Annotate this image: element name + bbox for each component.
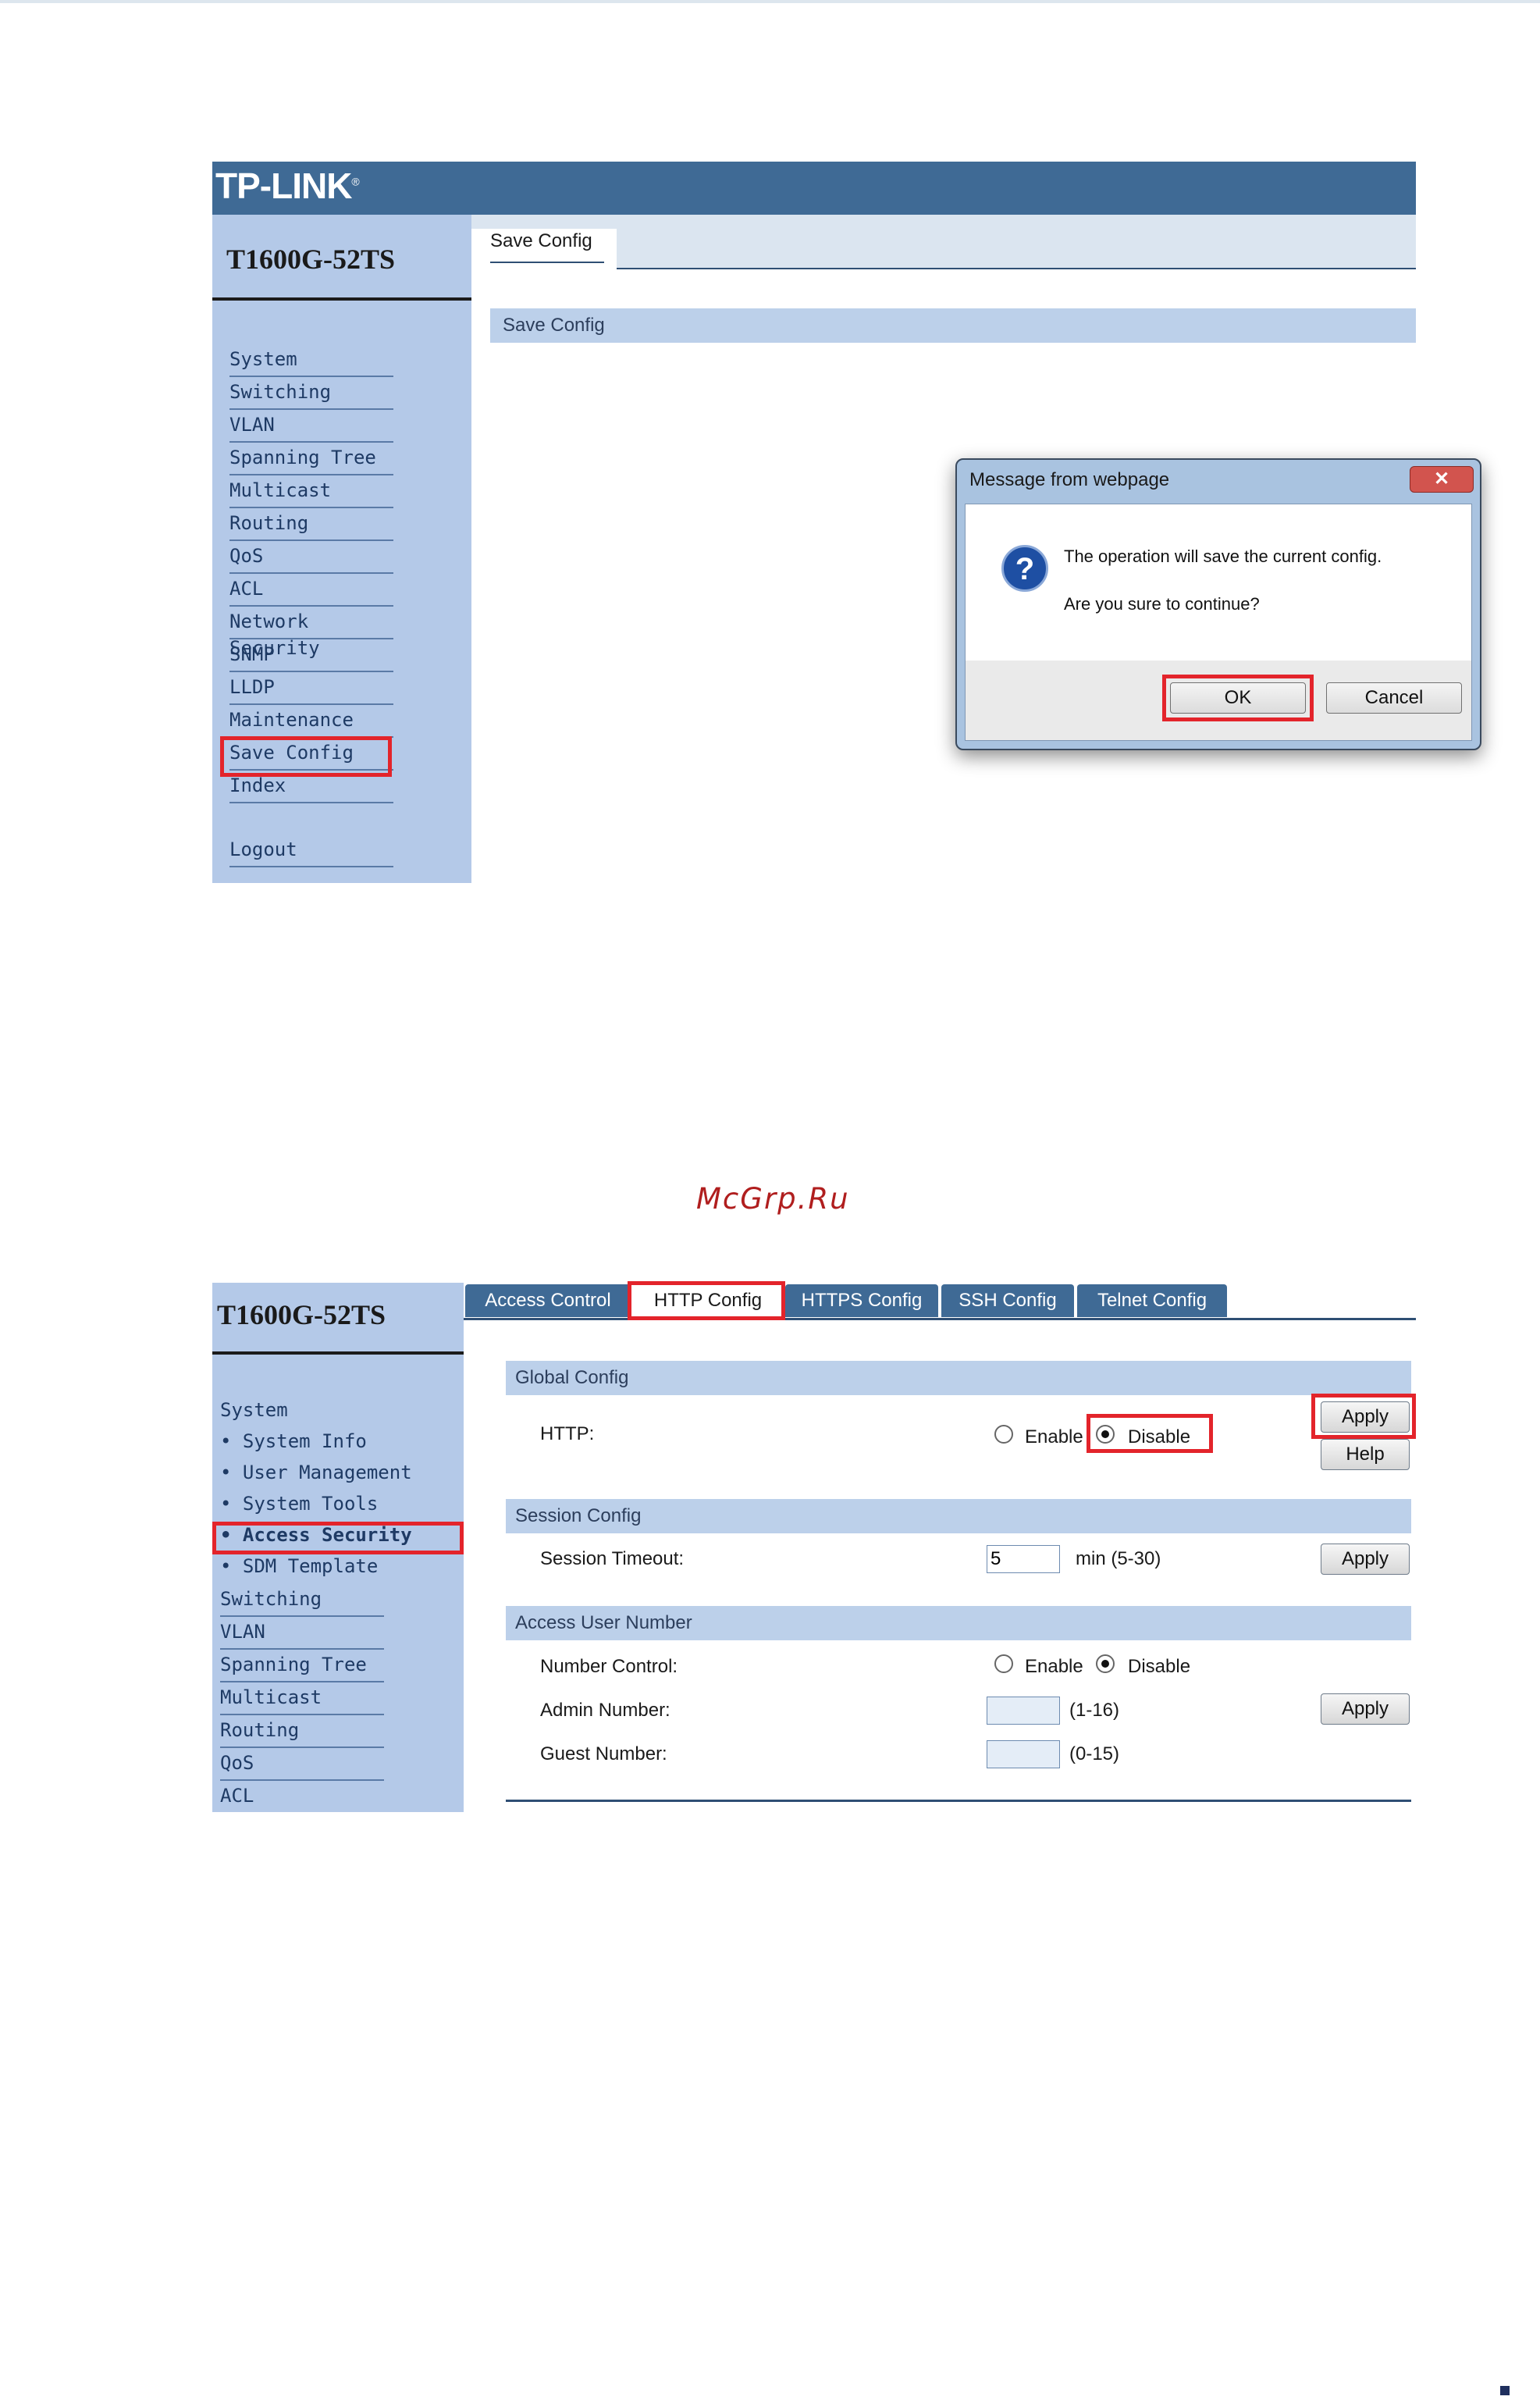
http-enable-radio[interactable] xyxy=(994,1425,1013,1444)
dialog-message: The operation will save the current conf… xyxy=(1064,547,1382,566)
cancel-button[interactable]: Cancel xyxy=(1326,682,1462,714)
tab-underline xyxy=(490,262,604,263)
nav-system[interactable]: System xyxy=(220,1397,288,1428)
watermark: McGrp.Ru xyxy=(696,1182,850,1216)
session-timeout-input[interactable]: 5 xyxy=(987,1545,1060,1573)
nav-vlan[interactable]: VLAN xyxy=(220,1618,384,1650)
admin-number-input[interactable] xyxy=(987,1697,1060,1725)
nav-spanning-tree[interactable]: Spanning Tree xyxy=(229,444,393,475)
guest-number-label: Guest Number: xyxy=(540,1743,667,1764)
dialog-body: ? The operation will save the current co… xyxy=(965,504,1472,741)
tp-link-logo: TP-LINK® xyxy=(215,166,360,206)
nav-routing[interactable]: Routing xyxy=(229,510,393,541)
number-control-enable-radio[interactable] xyxy=(994,1654,1013,1673)
main-panel: Save Config Save Config Message from web… xyxy=(471,215,1481,883)
access-user-number-title: Access User Number xyxy=(506,1606,1411,1640)
question-icon: ? xyxy=(1001,545,1048,592)
nav-lldp[interactable]: LLDP xyxy=(229,674,393,705)
model-name: T1600G-52TS xyxy=(226,244,396,275)
admin-number-label: Admin Number: xyxy=(540,1700,670,1721)
nav-switching[interactable]: Switching xyxy=(220,1586,384,1617)
top-rule xyxy=(0,0,1540,3)
highlight-http-disable xyxy=(1087,1414,1213,1453)
nav-multicast[interactable]: Multicast xyxy=(229,477,393,508)
tab-ssh-config[interactable]: SSH Config xyxy=(941,1284,1074,1317)
panel-bottom-rule xyxy=(506,1800,1411,1802)
nav-system-info[interactable]: • System Info xyxy=(220,1428,367,1459)
tab-telnet-config[interactable]: Telnet Config xyxy=(1077,1284,1227,1317)
nav-spanning-tree[interactable]: Spanning Tree xyxy=(220,1651,384,1682)
tab-strip: Access Control HTTP Config HTTPS Config … xyxy=(464,1283,1416,1320)
nav-index[interactable]: Index xyxy=(229,772,393,803)
save-config-screenshot: TP-LINK® T1600G-52TS System Switching VL… xyxy=(212,162,1481,883)
tab-save-config[interactable]: Save Config xyxy=(471,229,617,271)
http-label: HTTP: xyxy=(540,1423,595,1444)
nav-qos[interactable]: QoS xyxy=(220,1750,384,1781)
nav-system-tools[interactable]: • System Tools xyxy=(220,1490,378,1522)
highlight-save-config xyxy=(220,736,392,777)
section-title: Save Config xyxy=(490,308,1416,343)
model-divider xyxy=(212,297,471,301)
nav-network-security[interactable]: Network Security xyxy=(229,608,393,659)
global-config-title: Global Config xyxy=(506,1361,1411,1395)
admin-number-range: (1-16) xyxy=(1069,1700,1120,1721)
session-timeout-label: Session Timeout: xyxy=(540,1548,685,1569)
nav-snmp[interactable]: SNMP xyxy=(229,641,393,672)
highlight-ok-button xyxy=(1162,675,1314,721)
tab-strip: Save Config xyxy=(471,215,1416,271)
tab-https-config[interactable]: HTTPS Config xyxy=(785,1284,938,1317)
nav-maintenance[interactable]: Maintenance xyxy=(229,707,393,738)
close-icon[interactable]: ✕ xyxy=(1410,466,1474,493)
number-control-label: Number Control: xyxy=(540,1656,678,1677)
number-control-disable-label: Disable xyxy=(1128,1656,1191,1677)
dialog-question: Are you sure to continue? xyxy=(1064,594,1260,614)
model-divider xyxy=(212,1351,464,1355)
dialog-footer: OK Cancel xyxy=(966,661,1471,740)
access-apply-button[interactable]: Apply xyxy=(1321,1693,1410,1725)
http-config-screenshot: T1600G-52TS System • System Info • User … xyxy=(212,1281,1416,1814)
nav-routing[interactable]: Routing xyxy=(220,1717,384,1748)
nav-system[interactable]: System xyxy=(229,346,393,377)
number-control-disable-radio[interactable] xyxy=(1096,1654,1115,1673)
guest-number-input[interactable] xyxy=(987,1740,1060,1768)
help-button[interactable]: Help xyxy=(1321,1439,1410,1470)
brand-header: TP-LINK® xyxy=(212,162,1416,215)
http-enable-label: Enable xyxy=(1025,1426,1083,1447)
session-config-title: Session Config xyxy=(506,1499,1411,1533)
session-timeout-unit: min (5-30) xyxy=(1076,1548,1161,1569)
main-panel: Access Control HTTP Config HTTPS Config … xyxy=(464,1281,1416,1812)
highlight-access-security xyxy=(212,1522,464,1554)
nav-acl[interactable]: ACL xyxy=(220,1782,254,1814)
session-apply-button[interactable]: Apply xyxy=(1321,1544,1410,1575)
nav-sdm-template[interactable]: • SDM Template xyxy=(220,1553,378,1584)
nav-logout[interactable]: Logout xyxy=(229,836,393,867)
guest-number-range: (0-15) xyxy=(1069,1743,1120,1764)
nav-qos[interactable]: QoS xyxy=(229,543,393,574)
nav-vlan[interactable]: VLAN xyxy=(229,411,393,443)
number-control-enable-label: Enable xyxy=(1025,1656,1083,1677)
tab-access-control[interactable]: Access Control xyxy=(465,1284,631,1317)
highlight-http-tab xyxy=(628,1281,785,1320)
dialog-title: Message from webpage xyxy=(969,469,1170,490)
model-name: T1600G-52TS xyxy=(217,1299,386,1330)
nav-user-management[interactable]: • User Management xyxy=(220,1459,412,1490)
highlight-apply-button xyxy=(1311,1394,1416,1439)
confirm-dialog: Message from webpage ✕ ? The operation w… xyxy=(955,458,1481,750)
nav-acl[interactable]: ACL xyxy=(229,575,393,607)
nav-multicast[interactable]: Multicast xyxy=(220,1684,384,1715)
page-marker xyxy=(1500,2386,1510,2395)
nav-switching[interactable]: Switching xyxy=(229,379,393,410)
